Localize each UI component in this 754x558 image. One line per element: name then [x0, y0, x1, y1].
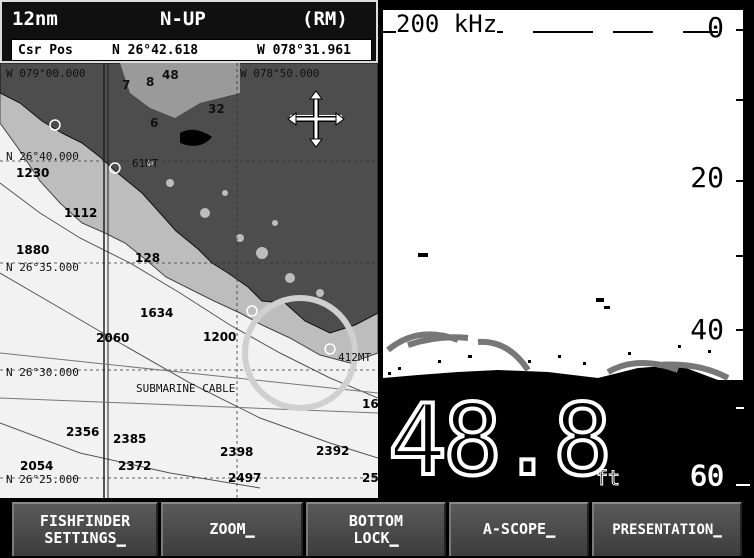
grid-label: W 078°50.000: [240, 67, 319, 80]
depth-sounding: 1200: [203, 330, 236, 344]
grid-label: W 079°00.000: [6, 67, 85, 80]
fishfinder-pane[interactable]: 200 kHz 0 20 40 60 48.8 ft: [378, 0, 754, 498]
depth-sounding: 1230: [16, 166, 49, 180]
cursor-longitude: W 078°31.961: [257, 43, 351, 58]
cable-label: SUBMARINE CABLE: [136, 382, 235, 395]
grid-label: N 26°35.000: [6, 261, 79, 274]
depth-readout: 48.8: [386, 384, 614, 498]
zoom-button[interactable]: ZOOM ▁: [161, 502, 303, 556]
depth-sounding: 1634: [140, 306, 173, 320]
depth-scale-40: 40: [690, 313, 724, 346]
depth-sounding: 2372: [118, 459, 151, 473]
zoom-label: ZOOM: [209, 520, 246, 539]
grid-label: N 26°30.000: [6, 366, 79, 379]
cursor-position-box: Csr Pos N 26°42.618 W 078°31.961: [11, 39, 372, 61]
cursor-latitude: N 26°42.618: [112, 43, 199, 58]
cursor-position-label: Csr Pos: [18, 43, 73, 58]
depth-sounding: 2060: [96, 331, 129, 345]
bottom-lock-line2: LOCK▁: [349, 529, 403, 547]
submenu-indicator-icon: ▁: [713, 521, 722, 538]
fishfinder-settings-button[interactable]: FISHFINDER SETTINGS▁: [12, 502, 158, 556]
depth-sounding: 2497: [228, 471, 261, 485]
depth-scale-60: 60: [690, 459, 725, 492]
depth-sounding: 2054: [20, 459, 53, 473]
orientation-label[interactable]: N-UP: [160, 8, 206, 30]
fishfinder-settings-line1: FISHFINDER: [39, 511, 131, 530]
submenu-indicator-icon: ▁: [245, 520, 255, 539]
presentation-label: PRESENTATION: [612, 521, 714, 538]
frequency-label: 200 kHz: [396, 10, 498, 38]
motion-mode-label: (RM): [302, 8, 348, 30]
depth-sounding: 48: [162, 68, 179, 82]
depth-sounding: 2356: [66, 425, 99, 439]
submenu-indicator-icon: ▁: [116, 529, 126, 547]
depth-sounding: 1112: [64, 206, 97, 220]
depth-sounding: 25: [362, 471, 378, 485]
bottom-lock-line1: BOTTOM: [348, 511, 404, 530]
depth-sounding: 128: [135, 251, 160, 265]
depth-sounding: 16: [362, 397, 378, 411]
fishfinder-settings-text: SETTINGS: [44, 529, 117, 547]
depth-sounding: 8: [146, 75, 154, 89]
depth-sounding: 2398: [220, 445, 253, 459]
range-label[interactable]: 12nm: [12, 8, 58, 30]
submenu-indicator-icon: ▁: [546, 520, 556, 539]
depth-sounding: 2392: [316, 444, 349, 458]
grid-label: N 26°25.000: [6, 473, 79, 486]
fishfinder-settings-line2: SETTINGS▁: [40, 529, 130, 547]
submenu-indicator-icon: ▁: [389, 529, 399, 547]
depth-sounding: 32: [208, 102, 225, 116]
grid-label: N 26°40.000: [6, 150, 79, 163]
chart-pane[interactable]: 12nm N-UP (RM) Csr Pos N 26°42.618 W 078…: [0, 0, 378, 498]
nautical-chart[interactable]: W 079°00.000 W 078°50.000 N 26°40.000 N …: [0, 63, 378, 498]
chart-header: 12nm N-UP (RM) Csr Pos N 26°42.618 W 078…: [0, 0, 378, 63]
bottom-lock-button[interactable]: BOTTOM LOCK▁: [306, 502, 446, 556]
depth-scale-20: 20: [690, 161, 724, 194]
depth-sounding: 1880: [16, 243, 49, 257]
bottom-lock-label: BOTTOM LOCK▁: [348, 511, 404, 548]
softkey-bar: FISHFINDER SETTINGS▁ ZOOM ▁ BOTTOM LOCK▁ …: [0, 498, 754, 558]
depth-scale-0: 0: [707, 11, 724, 44]
light-label: 61MT: [132, 157, 159, 170]
depth-sounding: 2385: [113, 432, 146, 446]
a-scope-label: A-SCOPE: [482, 520, 547, 539]
presentation-button[interactable]: PRESENTATION ▁: [592, 502, 742, 556]
depth-unit: ft: [595, 466, 621, 491]
fishfinder-settings-label: FISHFINDER SETTINGS▁: [39, 511, 131, 548]
light-label: 412MT: [338, 351, 371, 364]
a-scope-button[interactable]: A-SCOPE ▁: [449, 502, 589, 556]
bottom-lock-text: LOCK: [353, 529, 390, 547]
depth-sounding: 6: [150, 116, 158, 130]
depth-sounding: 7: [122, 78, 130, 92]
